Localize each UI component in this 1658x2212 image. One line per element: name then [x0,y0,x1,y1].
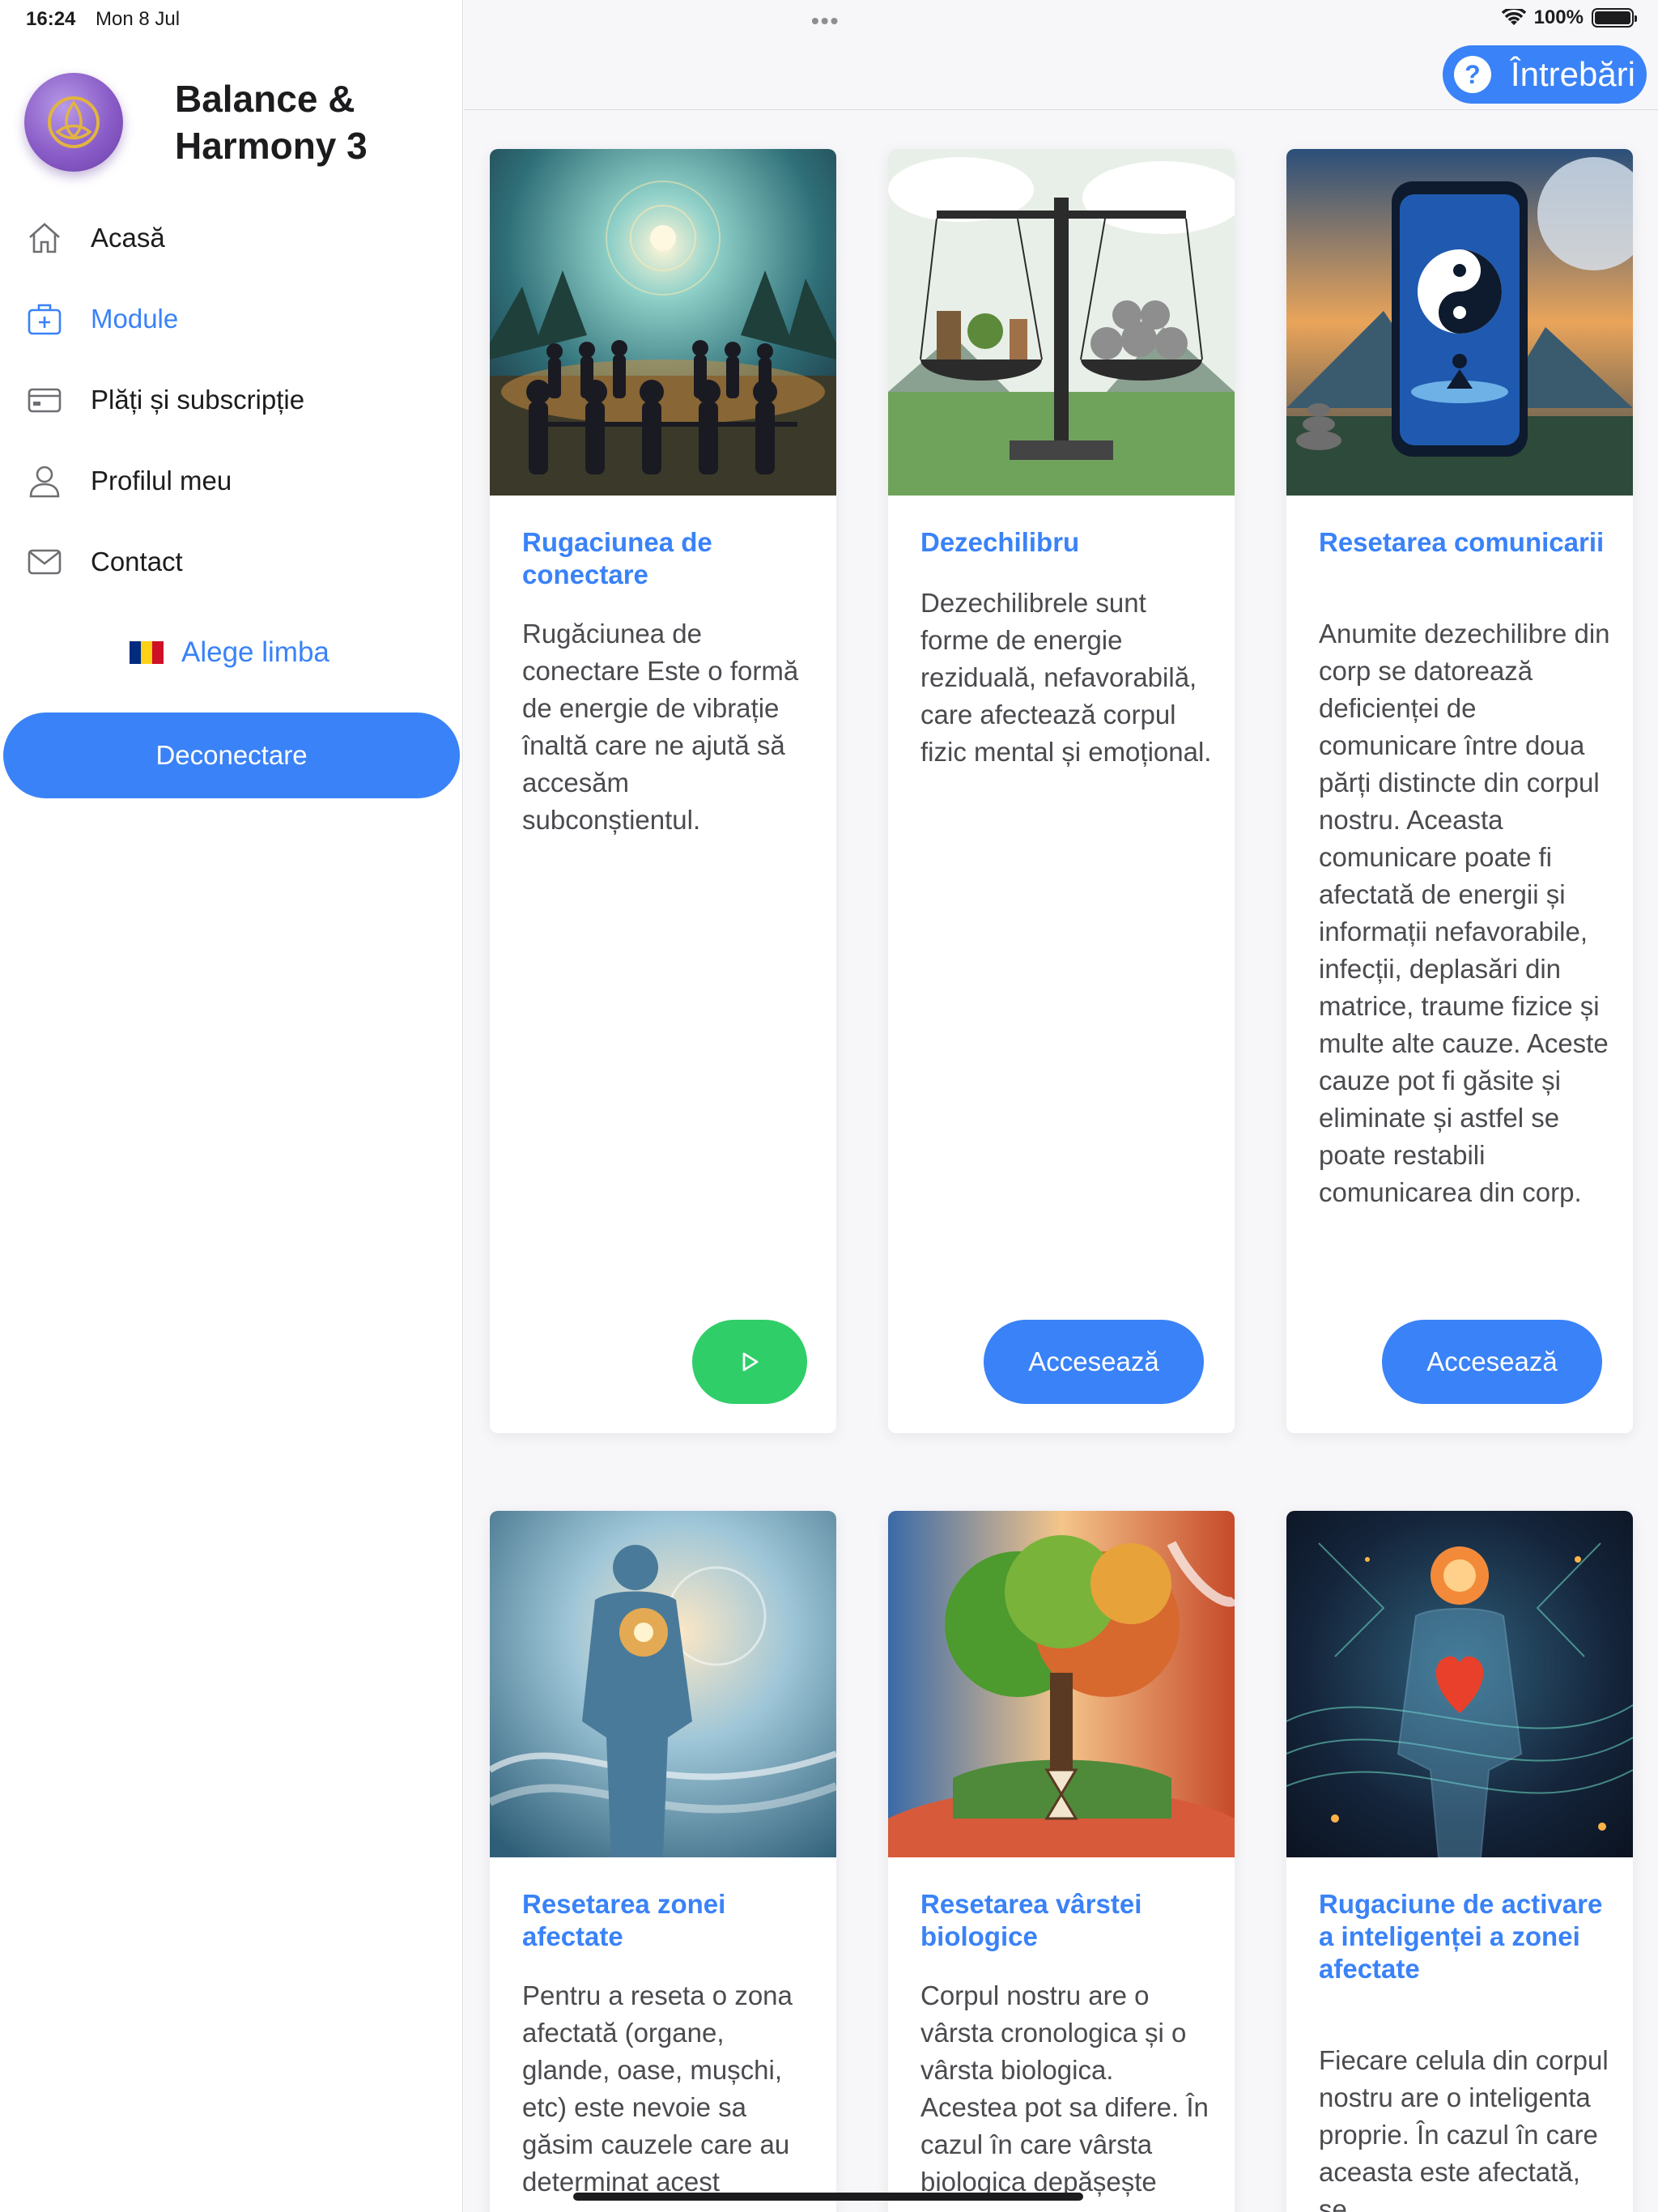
status-bar: 16:24 Mon 8 Jul ••• 100% [0,0,1658,39]
main-content: ? Întrebări Rugaciunea de conectare Rugă… [464,0,1658,2212]
module-description: Fiecare celula din corpul nostru are o i… [1319,2045,1609,2212]
module-image-balance-scale [888,149,1235,496]
multitasking-dots-icon[interactable]: ••• [811,8,840,34]
module-description: Corpul nostru are o vârsta cronologica ș… [920,1980,1209,2197]
app-logo [24,73,123,172]
status-date: Mon 8 Jul [96,8,181,30]
romania-flag-icon [130,641,164,664]
credit-card-icon [26,381,63,419]
sidebar-item-home[interactable]: Acasă [0,198,463,279]
battery-percentage: 100% [1533,6,1584,28]
module-title: Rugaciune de activare a inteligenței a z… [1319,1889,1603,1984]
module-description: Pentru a reseta o zona afectată (organe,… [522,1980,793,2197]
question-icon: ? [1453,56,1491,93]
sidebar-item-module[interactable]: Module [0,279,463,359]
module-image-tree-hourglass [888,1511,1235,1857]
module-card: Resetarea zonei afectate Pentru a reseta… [490,1511,836,2212]
status-time: 16:24 [26,8,76,30]
wifi-icon [1501,9,1526,25]
brand: Balance & Harmony 3 [24,73,385,172]
sidebar-item-label: Profilul meu [91,466,232,496]
logout-button[interactable]: Deconectare [3,713,460,798]
home-indicator[interactable] [573,2193,1083,2201]
sidebar-item-payments[interactable]: Plăți și subscripție [0,359,463,440]
play-icon [742,1352,759,1372]
module-title: Resetarea vârstei biologice [920,1889,1142,1951]
user-icon [26,462,63,500]
module-title: Resetarea zonei afectate [522,1889,726,1951]
sidebar-item-label: Contact [91,547,183,576]
play-button[interactable] [692,1320,807,1404]
module-title: Rugaciunea de conectare [522,527,712,589]
language-label: Alege limba [181,636,329,668]
sidebar-item-contact[interactable]: Contact [0,521,463,602]
battery-icon [1592,8,1637,28]
access-button[interactable]: Accesează [1382,1320,1602,1404]
module-icon [26,300,63,338]
module-description: Dezechilibrele sunt forme de energie rez… [920,588,1212,767]
module-image-glowing-figure [490,1511,836,1857]
access-button[interactable]: Accesează [984,1320,1204,1404]
sidebar-item-label: Module [91,304,179,334]
envelope-icon [26,543,63,581]
sidebar-nav: Acasă Module Plăți și subscripție Profil… [0,198,463,602]
questions-button[interactable]: ? Întrebări [1442,45,1647,104]
module-card: Rugaciunea de conectare Rugăciunea de co… [490,149,836,1433]
home-icon [26,219,63,257]
language-selector[interactable]: Alege limba [130,636,329,669]
questions-label: Întrebări [1510,55,1635,93]
module-description: Anumite dezechilibre din corp se datorea… [1319,619,1610,1207]
module-card: Dezechilibru Dezechilibrele sunt forme d… [888,149,1235,1433]
module-card: Resetarea vârstei biologice Corpul nostr… [888,1511,1235,2212]
module-title: Dezechilibru [920,527,1080,557]
sidebar-item-label: Plăți și subscripție [91,385,305,415]
module-title: Resetarea comunicarii [1319,527,1605,557]
module-description: Rugăciunea de conectare Este o formă de … [522,619,799,835]
sidebar-item-label: Acasă [91,223,165,253]
sidebar-item-profile[interactable]: Profilul meu [0,440,463,521]
module-card: Rugaciune de activare a inteligenței a z… [1286,1511,1633,2212]
module-image-yin-yang-phone [1286,149,1633,496]
module-image-neural-heart [1286,1511,1633,1857]
app-title: Balance & Harmony 3 [175,78,368,167]
sidebar: Balance & Harmony 3 Acasă Module Plăți ș… [0,0,463,2212]
module-card: Resetarea comunicarii Anumite dezechilib… [1286,149,1633,1433]
module-image-prayer-circle [490,149,836,496]
